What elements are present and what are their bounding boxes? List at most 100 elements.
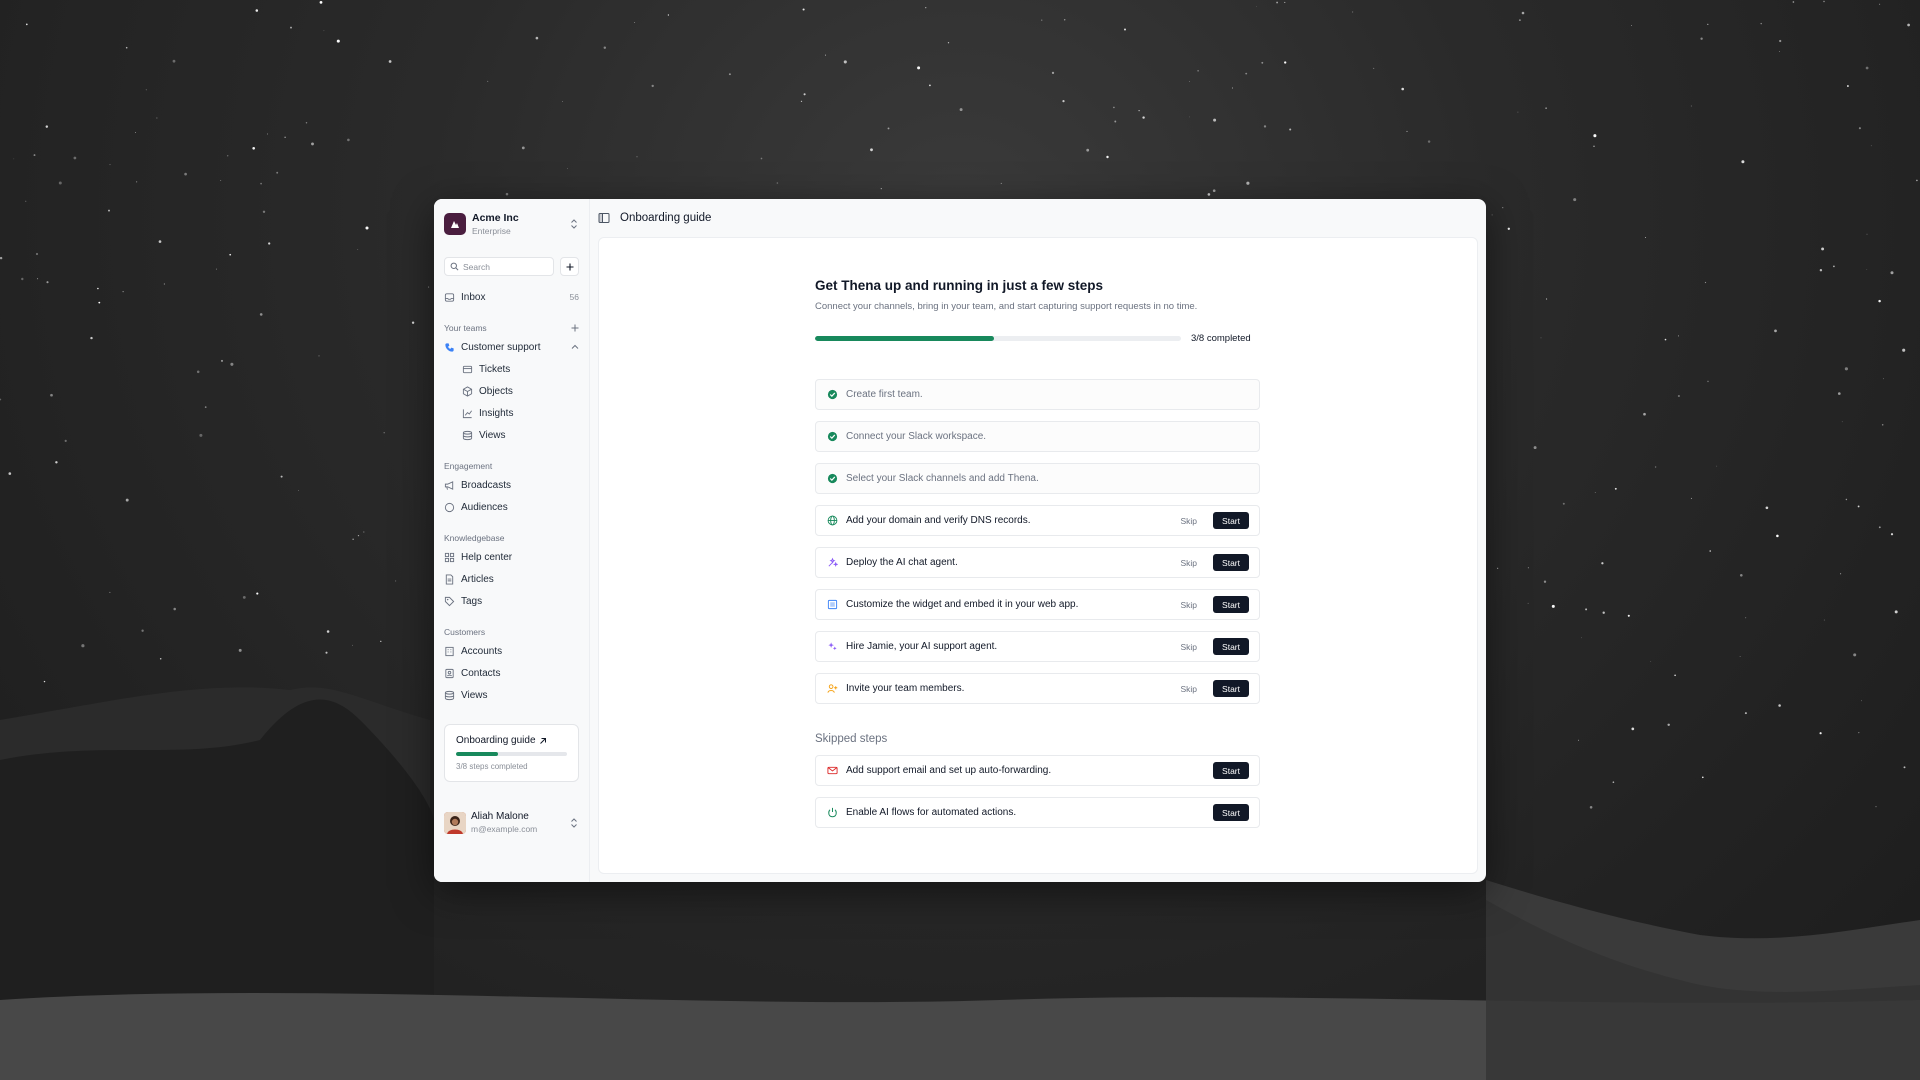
guide-progress-bar <box>815 336 1181 341</box>
guide-title: Get Thena up and running in just a few s… <box>815 278 1104 293</box>
step-label: Create first team. <box>846 389 923 400</box>
sidebar-item-articles[interactable]: Articles <box>444 568 579 590</box>
layers-icon <box>462 430 473 440</box>
contact-icon <box>445 668 454 678</box>
sidebar-item-help-center[interactable]: Help center <box>444 546 579 568</box>
step-skipped-email: Add support email and set up auto-forwar… <box>815 755 1260 786</box>
step-label: Customize the widget and embed it in you… <box>846 599 1079 610</box>
step-pending-domain: Add your domain and verify DNS records. … <box>815 505 1260 536</box>
start-button[interactable]: Start <box>1213 554 1249 571</box>
tag-icon <box>444 596 455 606</box>
sidebar: Acme Inc Enterprise Inbox 56 Your teams <box>434 199 590 882</box>
sidebar-item-contacts[interactable]: Contacts <box>444 662 579 684</box>
sidebar-item-inbox[interactable]: Inbox 56 <box>444 286 579 308</box>
layers-icon <box>444 690 455 700</box>
app-window: Acme Inc Enterprise Inbox 56 Your teams <box>434 199 1486 882</box>
start-button[interactable]: Start <box>1213 804 1249 821</box>
check-circle-icon <box>827 473 838 484</box>
start-button[interactable]: Start <box>1213 762 1249 779</box>
skipped-steps-list: Add support email and set up auto-forwar… <box>815 755 1260 828</box>
document-icon <box>445 573 454 585</box>
step-label: Hire Jamie, your AI support agent. <box>846 641 998 652</box>
new-button[interactable] <box>560 257 579 276</box>
sidebar-toggle-icon[interactable] <box>598 212 610 224</box>
step-pending-invite: Invite your team members. Skip Start <box>815 673 1260 704</box>
skip-button[interactable]: Skip <box>1181 516 1198 526</box>
circle-icon <box>444 502 455 512</box>
stars-icon <box>828 642 837 651</box>
search-box <box>444 257 554 276</box>
inbox-icon <box>444 292 455 302</box>
phone-icon <box>445 342 454 352</box>
step-label: Add support email and set up auto-forwar… <box>846 765 1052 776</box>
sidebar-item-label: Insights <box>479 407 514 419</box>
step-pending-hire-agent: Hire Jamie, your AI support agent. Skip … <box>815 631 1260 662</box>
sidebar-item-objects[interactable]: Objects <box>444 380 579 402</box>
sidebar-item-label: Tags <box>461 595 483 607</box>
skip-button[interactable]: Skip <box>1181 642 1198 652</box>
sidebar-item-customer-support[interactable]: Customer support <box>444 336 579 358</box>
search-input[interactable] <box>463 261 543 272</box>
skip-button[interactable]: Skip <box>1181 684 1198 694</box>
grid-icon <box>444 552 455 562</box>
sidebar-item-audiences[interactable]: Audiences <box>444 496 579 518</box>
org-name: Acme Inc <box>472 212 519 224</box>
skip-button[interactable]: Skip <box>1181 558 1198 568</box>
sidebar-item-label: Articles <box>461 573 494 585</box>
chevron-up-down-icon <box>571 818 577 828</box>
section-label-engagement: Engagement <box>444 461 493 471</box>
sidebar-item-label: Views <box>461 689 488 701</box>
user-plus-icon <box>827 684 838 693</box>
plus-icon <box>566 263 573 270</box>
step-pending-widget: Customize the widget and embed it in you… <box>815 589 1260 620</box>
org-switcher[interactable]: Acme Inc Enterprise <box>444 203 579 245</box>
sidebar-item-accounts[interactable]: Accounts <box>444 640 579 662</box>
step-label: Invite your team members. <box>846 683 965 694</box>
check-circle-icon <box>827 389 838 400</box>
start-button[interactable]: Start <box>1213 512 1249 529</box>
sparkle-icon <box>828 557 838 568</box>
topbar: Onboarding guide <box>590 199 1486 237</box>
avatar <box>444 812 466 834</box>
start-button[interactable]: Start <box>1213 680 1249 697</box>
add-team-plus-icon[interactable] <box>571 324 579 332</box>
search-icon <box>450 262 459 271</box>
user-name: Aliah Malone <box>471 811 529 823</box>
steps-list: Create first team. Connect your Slack wo… <box>815 379 1260 704</box>
sidebar-item-label: Tickets <box>479 363 511 375</box>
user-email: m@example.com <box>471 824 538 835</box>
sidebar-item-team-views[interactable]: Views <box>444 424 579 446</box>
onboarding-promo-card[interactable]: Onboarding guide 3/8 steps completed <box>444 724 579 782</box>
step-label: Deploy the AI chat agent. <box>846 557 958 568</box>
sidebar-item-broadcasts[interactable]: Broadcasts <box>444 474 579 496</box>
section-label-knowledgebase: Knowledgebase <box>444 533 505 543</box>
sidebar-item-tickets[interactable]: Tickets <box>444 358 579 380</box>
chevron-up-icon[interactable] <box>571 344 579 350</box>
start-button[interactable]: Start <box>1213 596 1249 613</box>
user-switcher[interactable]: Aliah Malone m@example.com <box>444 812 579 834</box>
main-area: Onboarding guide Get Thena up and runnin… <box>590 199 1486 882</box>
step-completed: Create first team. <box>815 379 1260 410</box>
skipped-steps-heading: Skipped steps <box>815 733 888 745</box>
guide-subtitle: Connect your channels, bring in your tea… <box>815 301 1198 312</box>
sidebar-item-label: Accounts <box>461 645 503 657</box>
promo-title: Onboarding guide <box>456 735 536 746</box>
mail-icon <box>827 766 838 775</box>
sidebar-item-label: Contacts <box>461 667 501 679</box>
cube-icon <box>462 385 473 397</box>
sidebar-item-tags[interactable]: Tags <box>444 590 579 612</box>
step-completed: Select your Slack channels and add Thena… <box>815 463 1260 494</box>
skip-button[interactable]: Skip <box>1181 600 1198 610</box>
promo-progress-bar <box>456 752 567 756</box>
section-label-customers: Customers <box>444 627 486 637</box>
sidebar-item-insights[interactable]: Insights <box>444 402 579 424</box>
sidebar-item-label: Inbox <box>461 291 486 303</box>
start-button[interactable]: Start <box>1213 638 1249 655</box>
section-label-teams: Your teams <box>444 323 487 333</box>
inbox-count: 56 <box>569 292 579 302</box>
sidebar-item-customer-views[interactable]: Views <box>444 684 579 706</box>
step-pending-chat-agent: Deploy the AI chat agent. Skip Start <box>815 547 1260 578</box>
globe-icon <box>827 515 838 526</box>
sidebar-item-label: Objects <box>479 385 513 397</box>
org-plan: Enterprise <box>472 225 511 236</box>
